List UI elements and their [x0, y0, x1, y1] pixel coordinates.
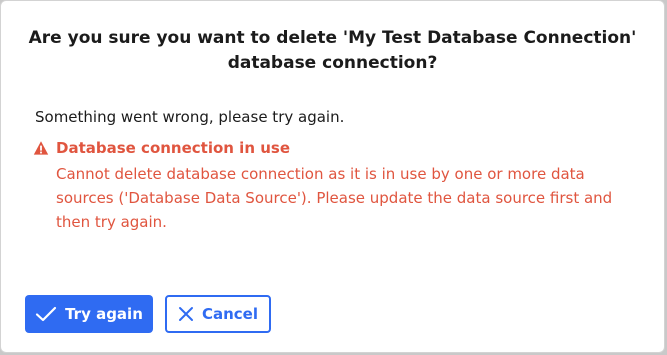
dialog-title-line-2: database connection?	[227, 53, 438, 73]
try-again-button[interactable]: Try again	[25, 295, 153, 333]
dialog-title-line-1: Are you sure you want to delete 'My Test…	[28, 28, 637, 48]
cancel-label: Cancel	[201, 305, 258, 323]
check-icon	[35, 306, 57, 322]
close-icon	[178, 306, 194, 322]
cancel-button[interactable]: Cancel	[165, 295, 271, 333]
try-again-label: Try again	[65, 305, 143, 323]
dialog-title: Are you sure you want to delete 'My Test…	[25, 26, 640, 76]
error-alert-header: Database connection in use	[33, 138, 643, 158]
error-message: Something went wrong, please try again.	[35, 108, 345, 126]
warning-icon	[33, 140, 49, 156]
error-alert: Database connection in use Cannot delete…	[33, 138, 643, 234]
delete-confirmation-dialog: Are you sure you want to delete 'My Test…	[0, 0, 665, 353]
error-alert-title: Database connection in use	[56, 139, 291, 157]
error-alert-body: Cannot delete database connection as it …	[56, 165, 613, 231]
modal-backdrop: Are you sure you want to delete 'My Test…	[0, 0, 667, 355]
